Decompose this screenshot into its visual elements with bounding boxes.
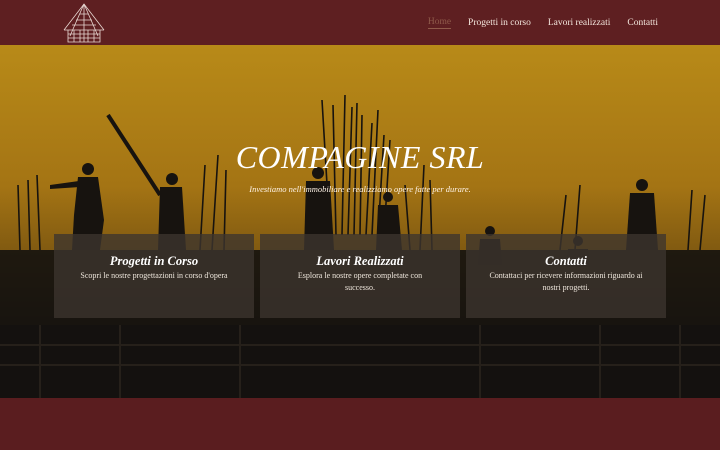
- nav-progetti-in-corso[interactable]: Progetti in corso: [468, 18, 531, 28]
- construction-silhouette-image: [0, 94, 720, 398]
- nav-lavori-realizzati[interactable]: Lavori realizzati: [548, 18, 611, 28]
- card-lavori-realizzati[interactable]: Lavori Realizzati Esplora le nostre oper…: [260, 234, 460, 318]
- main-nav: Home Progetti in corso Lavori realizzati…: [427, 0, 658, 45]
- card-title: Lavori Realizzati: [316, 254, 404, 268]
- top-navbar: Home Progetti in corso Lavori realizzati…: [0, 0, 720, 45]
- card-title: Contatti: [545, 254, 587, 268]
- card-text: Esplora le nostre opere completate con s…: [297, 271, 423, 292]
- hero-section: COMPAGINE SRL Investiamo nell'immobiliar…: [0, 45, 720, 398]
- hero-title: COMPAGINE SRL: [235, 139, 485, 175]
- card-title: Progetti in Corso: [109, 254, 199, 268]
- card-contatti[interactable]: Contatti Contattaci per ricevere informa…: [466, 234, 666, 318]
- card-text: Contattaci per ricevere informazioni rig…: [489, 271, 643, 292]
- building-logo-icon[interactable]: [60, 0, 108, 45]
- nav-contatti[interactable]: Contatti: [627, 18, 658, 28]
- footer-band: [0, 398, 720, 450]
- card-progetti-in-corso[interactable]: Progetti in Corso Scopri le nostre proge…: [54, 234, 254, 318]
- card-text: Scopri le nostre progettazioni in corso …: [80, 271, 228, 280]
- hero-subtitle: Investiamo nell'immobiliare e realizziam…: [249, 184, 471, 194]
- nav-home[interactable]: Home: [427, 17, 452, 29]
